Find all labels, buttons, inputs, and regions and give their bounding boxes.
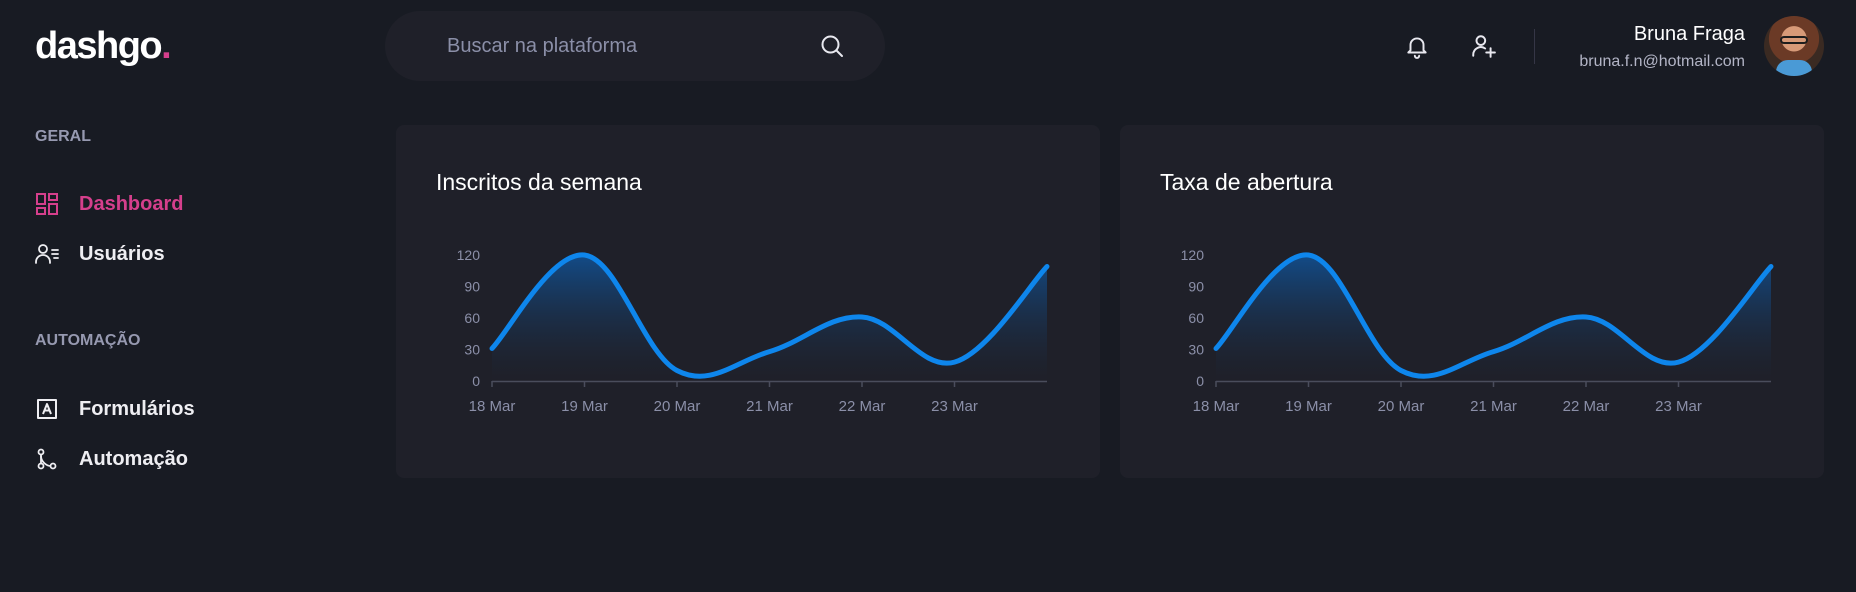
y-tick-label: 120 (1181, 247, 1205, 263)
x-tick-label: 22 Mar (1563, 398, 1610, 415)
profile-email: bruna.f.n@hotmail.com (1579, 53, 1745, 70)
profile-name: Bruna Fraga (1633, 23, 1745, 45)
avatar-shirt (1776, 60, 1812, 76)
x-tick-label: 23 Mar (1655, 398, 1702, 415)
x-tick-label: 19 Mar (1285, 398, 1332, 415)
x-tick-label: 21 Mar (1470, 398, 1517, 415)
header-divider (1534, 29, 1535, 64)
area-fill (492, 254, 1047, 381)
search-bar (385, 11, 885, 81)
sidebar-item-dashboard[interactable]: Dashboard (35, 192, 183, 216)
form-icon (35, 397, 59, 421)
sidebar-section-title: GERAL (35, 128, 91, 145)
area-chart: 0 30 60 90 120 18 Mar 19 Mar 20 Mar 21 Mar 22 Mar… (457, 247, 1050, 415)
users-list-icon (35, 242, 59, 266)
area-fill (1216, 254, 1771, 381)
y-tick-label: 30 (1188, 342, 1204, 358)
y-tick-label: 0 (1196, 373, 1204, 389)
sidebar-item-label: Usuários (79, 242, 165, 265)
x-tick-label: 18 Mar (469, 398, 516, 415)
y-tick-label: 120 (457, 247, 481, 263)
logo-dot: . (161, 25, 172, 67)
avatar[interactable] (1764, 16, 1824, 76)
chart-card-inscritos: Inscritos da semana 0 30 60 90 120 18 Mar 19 M… (396, 125, 1100, 478)
logo-text: dashgo (35, 25, 163, 67)
search-input[interactable] (445, 33, 819, 59)
git-merge-icon (35, 447, 59, 471)
area-chart: 0 30 60 90 120 18 Mar 19 Mar 20 Mar 21 Mar 22 Mar… (1181, 247, 1774, 415)
x-tick-label: 21 Mar (746, 398, 793, 415)
dashboard-icon (35, 192, 59, 216)
chart-card-taxa: Taxa de abertura 0 30 60 90 120 18 Mar 19 Mar 2… (1120, 125, 1824, 478)
sidebar-item-label: Dashboard (79, 192, 184, 215)
sidebar-item-formularios[interactable]: Formulários (35, 397, 195, 421)
logo[interactable]: dashgo. (35, 20, 172, 72)
profile-info[interactable]: Bruna Fraga bruna.f.n@hotmail.com (1579, 22, 1745, 72)
bell-icon[interactable] (1404, 33, 1430, 59)
x-tick-label: 20 Mar (654, 398, 701, 415)
y-tick-label: 0 (472, 373, 480, 389)
x-tick-label: 19 Mar (561, 398, 608, 415)
y-tick-label: 60 (1188, 310, 1204, 326)
avatar-glasses (1780, 36, 1808, 44)
sidebar-item-label: Automação (79, 447, 188, 470)
sidebar-section-title: AUTOMAÇÃO (35, 332, 141, 349)
y-tick-label: 60 (464, 310, 480, 326)
x-tick-label: 18 Mar (1193, 398, 1240, 415)
x-tick-label: 23 Mar (931, 398, 978, 415)
sidebar-item-usuarios[interactable]: Usuários (35, 242, 165, 266)
x-tick-label: 20 Mar (1378, 398, 1425, 415)
y-tick-label: 90 (1188, 279, 1204, 295)
search-icon[interactable] (819, 33, 845, 59)
sidebar-item-automacao[interactable]: Automação (35, 447, 188, 471)
y-tick-label: 90 (464, 279, 480, 295)
y-tick-label: 30 (464, 342, 480, 358)
x-tick-label: 22 Mar (839, 398, 886, 415)
sidebar-item-label: Formulários (79, 397, 195, 420)
user-add-icon[interactable] (1470, 33, 1496, 59)
